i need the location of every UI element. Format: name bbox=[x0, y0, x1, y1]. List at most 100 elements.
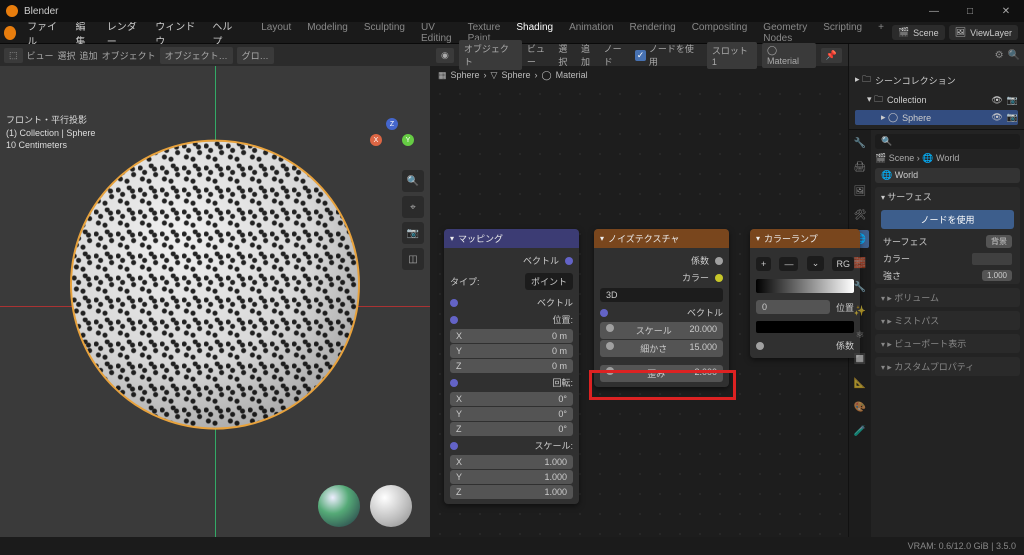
tab-sculpting[interactable]: Sculpting bbox=[356, 20, 413, 46]
node-noise-texture[interactable]: ノイズテクスチャ 係数 カラー 3D ベクトル スケール20.000 細かさ15… bbox=[594, 229, 729, 387]
window-maximize-button[interactable]: □ bbox=[952, 0, 988, 22]
socket-out-vector[interactable] bbox=[565, 257, 573, 265]
socket-location[interactable] bbox=[450, 316, 458, 324]
outliner-search-icon[interactable]: 🔍 bbox=[1008, 50, 1020, 61]
ramp-del-button[interactable]: — bbox=[779, 257, 798, 271]
gizmo-z-icon[interactable]: Z bbox=[386, 118, 398, 130]
tab-layout[interactable]: Layout bbox=[253, 20, 299, 46]
customprops-section-header[interactable]: ▸ カスタムプロパティ bbox=[875, 357, 1020, 376]
orientation-selector[interactable]: グロ… bbox=[237, 47, 274, 64]
node-editor[interactable]: ◉ オブジェクト ビュー 選択 追加 ノード ✓ノードを使用 スロット1 ◯ M… bbox=[430, 44, 848, 537]
outliner-collection[interactable]: ▾ 🗀Collection👁📷 bbox=[855, 90, 1018, 110]
outliner-sphere[interactable]: ▸ ◯Sphere👁📷 bbox=[855, 110, 1018, 125]
color-ramp-gradient[interactable] bbox=[756, 279, 854, 293]
editor-type-icon[interactable]: ⬚ bbox=[4, 48, 23, 63]
loc-x-field[interactable]: X0 m bbox=[450, 329, 573, 343]
ramp-color-swatch[interactable] bbox=[756, 321, 854, 333]
ramp-menu-button[interactable]: ⌄ bbox=[807, 256, 825, 271]
node-noise-header[interactable]: ノイズテクスチャ bbox=[594, 229, 729, 248]
vp-move-button[interactable]: ⌖ bbox=[402, 196, 424, 218]
vp-menu-select[interactable]: 選択 bbox=[58, 49, 76, 62]
noise-distortion-field[interactable]: 歪み2.000 bbox=[600, 365, 723, 382]
tab-add[interactable]: + bbox=[870, 20, 892, 46]
rot-x-field[interactable]: X0° bbox=[450, 392, 573, 406]
vp-camera-button[interactable]: 📷 bbox=[402, 222, 424, 244]
scene-selector[interactable]: 🎬Scene bbox=[892, 25, 945, 40]
hdri-preview-icon[interactable] bbox=[318, 485, 360, 527]
mapping-type-select[interactable]: ポイント bbox=[525, 273, 573, 290]
menu-edit[interactable]: 編集 bbox=[69, 18, 100, 48]
pin-icon[interactable]: 📌 bbox=[821, 48, 842, 63]
node-mapping-header[interactable]: マッピング bbox=[444, 229, 579, 248]
use-nodes-button[interactable]: ノードを使用 bbox=[881, 210, 1014, 229]
vp-zoom-button[interactable]: 🔍 bbox=[402, 170, 424, 192]
tab-output-icon[interactable]: 🖨 bbox=[851, 158, 869, 176]
nav-gizmo[interactable]: Z X Y bbox=[370, 118, 414, 162]
world-color-swatch[interactable] bbox=[972, 253, 1012, 265]
node-ramp-header[interactable]: カラーランプ bbox=[750, 229, 860, 248]
properties-panel[interactable]: 🔍 🎬 Scene › 🌐 World 🌐 World サーフェス ノードを使用… bbox=[871, 130, 1024, 537]
sphere-object[interactable] bbox=[70, 139, 360, 429]
noise-dim-select[interactable]: 3D bbox=[600, 288, 723, 302]
tab-material-icon[interactable]: 🎨 bbox=[851, 398, 869, 416]
tab-physics-icon[interactable]: ⚛ bbox=[851, 326, 869, 344]
vp-menu-object[interactable]: オブジェクト bbox=[102, 49, 156, 62]
eye-icon[interactable]: 👁 bbox=[991, 95, 1002, 106]
socket-scale[interactable] bbox=[450, 442, 458, 450]
mode-selector[interactable]: オブジェクト… bbox=[160, 47, 233, 64]
vp-persp-button[interactable]: ◫ bbox=[402, 248, 424, 270]
slot-selector[interactable]: スロット1 bbox=[707, 42, 757, 69]
outliner-scene-collection[interactable]: ▸ 🗀シーンコレクション bbox=[855, 70, 1018, 90]
scl-x-field[interactable]: X1.000 bbox=[450, 455, 573, 469]
noise-detail-field[interactable]: 細かさ15.000 bbox=[600, 340, 723, 357]
rot-y-field[interactable]: Y0° bbox=[450, 407, 573, 421]
menu-help[interactable]: ヘルプ bbox=[205, 18, 245, 48]
gizmo-x-icon[interactable]: X bbox=[370, 134, 382, 146]
nd-menu-node[interactable]: ノード bbox=[604, 42, 630, 68]
node-canvas[interactable]: マッピング ベクトル タイプ:ポイント ベクトル 位置: X0 m Y0 m Z… bbox=[430, 84, 848, 537]
material-selector[interactable]: ◯ Material bbox=[762, 43, 816, 68]
loc-y-field[interactable]: Y0 m bbox=[450, 344, 573, 358]
socket-ramp-fac[interactable] bbox=[756, 342, 764, 350]
tab-object-icon[interactable]: 🧱 bbox=[851, 254, 869, 272]
socket-out-color[interactable] bbox=[715, 274, 723, 282]
volume-section-header[interactable]: ▸ ボリューム bbox=[875, 288, 1020, 307]
props-search[interactable]: 🔍 bbox=[875, 134, 1020, 149]
surface-value[interactable]: 背景 bbox=[986, 235, 1012, 248]
tab-particle-icon[interactable]: ✨ bbox=[851, 302, 869, 320]
tab-scene-icon[interactable]: 🛠 bbox=[851, 206, 869, 224]
camera-icon[interactable]: 📷 bbox=[1007, 95, 1018, 106]
ramp-add-button[interactable]: + bbox=[756, 257, 771, 271]
tab-data-icon[interactable]: 📐 bbox=[851, 374, 869, 392]
nd-menu-view[interactable]: ビュー bbox=[527, 42, 553, 68]
outliner-filter-icon[interactable]: ⚙ bbox=[995, 50, 1004, 61]
vp-menu-view[interactable]: ビュー bbox=[27, 49, 54, 62]
surface-section-header[interactable]: サーフェス bbox=[875, 187, 1020, 206]
menu-file[interactable]: ファイル bbox=[20, 18, 68, 48]
nd-menu-add[interactable]: 追加 bbox=[581, 42, 599, 68]
ramp-index-field[interactable]: 0 bbox=[756, 300, 830, 314]
socket-rotation[interactable] bbox=[450, 379, 458, 387]
strength-field[interactable]: 1.000 bbox=[982, 270, 1012, 281]
menu-window[interactable]: ウィンドウ bbox=[148, 18, 205, 48]
loc-z-field[interactable]: Z0 m bbox=[450, 359, 573, 373]
outliner[interactable]: ▸ 🗀シーンコレクション ▾ 🗀Collection👁📷 ▸ ◯Sphere👁📷 bbox=[849, 66, 1024, 129]
tab-constraint-icon[interactable]: 🔲 bbox=[851, 350, 869, 368]
node-mapping[interactable]: マッピング ベクトル タイプ:ポイント ベクトル 位置: X0 m Y0 m Z… bbox=[444, 229, 579, 504]
scl-y-field[interactable]: Y1.000 bbox=[450, 470, 573, 484]
camera-icon[interactable]: 📷 bbox=[1007, 112, 1018, 123]
eye-icon[interactable]: 👁 bbox=[991, 112, 1002, 123]
tab-uv[interactable]: UV Editing bbox=[413, 20, 460, 46]
nd-menu-select[interactable]: 選択 bbox=[558, 42, 576, 68]
tab-texture-icon[interactable]: 🧪 bbox=[851, 422, 869, 440]
window-minimize-button[interactable]: — bbox=[916, 0, 952, 22]
viewport-section-header[interactable]: ▸ ビューポート表示 bbox=[875, 334, 1020, 353]
use-nodes-check[interactable]: ✓ノードを使用 bbox=[635, 42, 702, 68]
tab-modifier-icon[interactable]: 🔧 bbox=[851, 278, 869, 296]
viewlayer-selector[interactable]: 🖼ViewLayer bbox=[949, 25, 1018, 40]
menu-render[interactable]: レンダー bbox=[100, 18, 148, 48]
window-close-button[interactable]: ✕ bbox=[988, 0, 1024, 22]
vp-menu-add[interactable]: 追加 bbox=[80, 49, 98, 62]
tab-render-icon[interactable]: 🔧 bbox=[851, 134, 869, 152]
socket-in-vector[interactable] bbox=[450, 299, 458, 307]
